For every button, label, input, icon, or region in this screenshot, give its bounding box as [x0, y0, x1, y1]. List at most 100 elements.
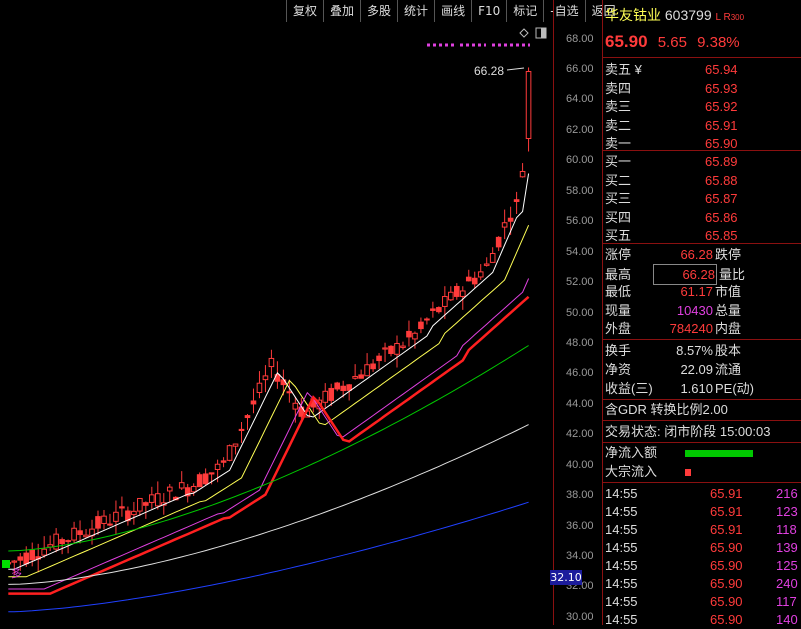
tick-row: 14:55 65.91 123 — [605, 502, 798, 521]
bid-price: 65.89 — [705, 154, 738, 169]
diamond-icon — [519, 28, 529, 38]
candle — [17, 556, 24, 561]
bid-row: 买三 65.87 — [605, 189, 738, 208]
stat-label: 收益(三) — [605, 381, 653, 396]
candle — [334, 382, 340, 390]
tick-time: 14:55 — [605, 594, 638, 609]
stock-header[interactable]: 华友钴业 603799 L R300 — [605, 6, 744, 25]
bid-price: 65.85 — [705, 228, 738, 244]
flow-label: 净流入额 — [605, 445, 658, 460]
ma120-line — [8, 424, 529, 585]
moving-average-lines — [8, 173, 530, 613]
price-change: 5.65 — [657, 34, 687, 51]
toolbar-f10-button[interactable]: F10 — [471, 0, 506, 22]
ma60-line — [8, 345, 529, 552]
toolbar-mark-button[interactable]: 标记 — [506, 0, 543, 22]
candle — [424, 318, 430, 321]
tick-price: 65.91 — [710, 486, 743, 501]
bid-price: 65.86 — [705, 209, 738, 225]
candle — [220, 460, 227, 463]
tick-price: 65.90 — [710, 540, 743, 555]
stat-label: 涨停 — [605, 247, 632, 262]
tick-volume: 125 — [776, 558, 798, 573]
kline-chart[interactable]: 66.28 多 — [0, 0, 553, 625]
bid-row: 买四 65.86 — [605, 208, 738, 227]
candle — [113, 511, 119, 522]
axis-tick-label: 30.00 — [566, 610, 594, 623]
chart-controls[interactable] — [519, 27, 547, 39]
candle — [328, 387, 335, 401]
tick-time: 14:55 — [605, 612, 638, 627]
stat-label-2: 市值 — [715, 284, 742, 300]
tick-volume: 216 — [776, 486, 798, 501]
axis-tick-label: 50.00 — [566, 306, 594, 319]
axis-tick-label: 54.00 — [566, 245, 594, 258]
axis-tick-label: 56.00 — [566, 215, 594, 228]
tick-volume: 139 — [776, 540, 798, 555]
candle — [59, 539, 65, 545]
candle — [382, 347, 388, 350]
high-annotation: 66.28 — [474, 64, 525, 78]
axis-tick-label: 68.00 — [566, 32, 594, 45]
ask-row: 卖五 ¥ 65.94 — [605, 60, 738, 79]
ask-label: 卖五 ¥ — [605, 62, 642, 77]
ask-label: 卖二 — [605, 117, 632, 133]
stat-label: 换手 — [605, 343, 632, 358]
axis-tick-label: 34.00 — [566, 550, 594, 563]
stat-label-2: PE(动) — [715, 381, 755, 396]
stat-row: 现量 10430 总量 — [605, 301, 741, 320]
axis-tick-label: 64.00 — [566, 93, 594, 106]
toolbar-draw-button[interactable]: 画线 — [434, 0, 471, 22]
toolbar-multi-stock-button[interactable]: 多股 — [360, 0, 397, 22]
ma30-line — [8, 295, 530, 595]
candle — [101, 515, 107, 524]
candle — [525, 71, 532, 139]
toolbar-fuquan-button[interactable]: 复权 — [286, 0, 323, 22]
tick-row: 14:55 65.90 139 — [605, 538, 798, 557]
tick-row: 14:55 65.91 118 — [605, 520, 797, 539]
candlestick-series — [5, 67, 532, 575]
candle — [226, 445, 233, 461]
stat-row: 最高 66.28 量比 — [605, 263, 745, 285]
candle — [131, 510, 137, 516]
price-change-pct: 9.38% — [697, 34, 740, 51]
stat-row: 外盘 784240 内盘 — [605, 319, 741, 338]
flow-row: 大宗流入 — [605, 462, 691, 481]
ask-price: 65.91 — [705, 117, 738, 133]
candle — [190, 485, 197, 493]
price-axis: 68.00 66.00 64.00 62.00 60.00 58.00 56.00 54.00… — [553, 0, 603, 625]
flow-bar — [685, 450, 753, 458]
candle — [370, 363, 376, 370]
candle — [202, 473, 209, 485]
ask-label: 卖三 — [605, 99, 632, 115]
axis-tick-label: 44.00 — [566, 397, 594, 410]
tick-volume: 117 — [776, 594, 797, 609]
candle — [364, 364, 370, 377]
toolbar-overlay-button[interactable]: 叠加 — [323, 0, 360, 22]
candle — [262, 375, 269, 381]
tick-price: 65.90 — [710, 558, 743, 573]
stat-value: 22.09 — [680, 362, 713, 377]
candle — [442, 296, 448, 307]
ask-row: 卖四 65.93 — [605, 79, 738, 98]
candle — [232, 443, 239, 447]
candle — [155, 493, 161, 507]
axis-tick-label: 52.00 — [566, 276, 594, 289]
tick-row: 14:55 65.90 140 — [605, 610, 798, 629]
last-price: 65.90 — [605, 32, 648, 51]
candle — [507, 217, 514, 222]
bid-label: 买二 — [605, 172, 632, 188]
flow-bar — [685, 469, 691, 477]
tick-row: 14:55 65.90 125 — [605, 556, 798, 575]
tick-time: 14:55 — [605, 504, 638, 519]
axis-tick-label: 36.00 — [566, 519, 594, 532]
flow-row: 净流入额 — [605, 443, 753, 462]
toolbar-stats-button[interactable]: 统计 — [397, 0, 434, 22]
candle — [250, 400, 257, 405]
candle — [149, 494, 155, 503]
stat-label: 最低 — [605, 284, 632, 300]
tick-row: 14:55 65.90 117 — [605, 592, 797, 611]
ma10-line — [8, 224, 530, 578]
axis-tick-label: 58.00 — [566, 184, 594, 197]
axis-tick-label: 38.00 — [566, 489, 594, 502]
